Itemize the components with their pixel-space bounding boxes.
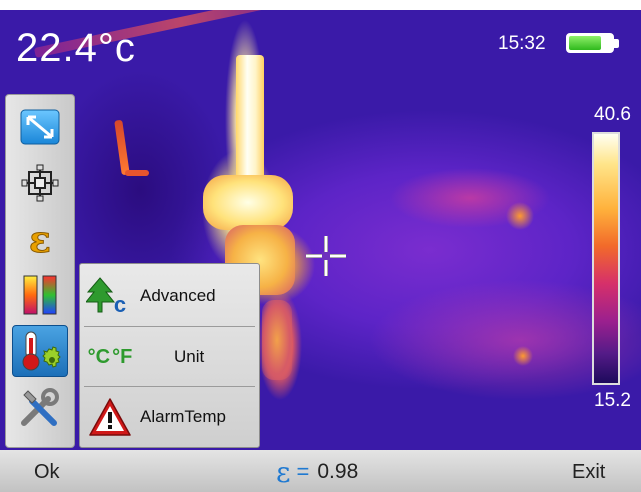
thermal-camera-screen: 22.4°c 15:32 40.6 15.2 ε c Advanced °C °… [0, 0, 641, 492]
emissivity-symbol: ε [276, 455, 291, 489]
temperature-color-scale [592, 132, 620, 385]
clock: 15:32 [498, 33, 546, 54]
settings-submenu: c Advanced °C °F Unit AlarmTemp [79, 263, 260, 448]
advanced-tree-icon: c [80, 266, 140, 326]
battery-icon [566, 33, 622, 55]
bottom-bar: Ok ε = 0.98 Exit [0, 450, 641, 492]
thermal-hot-valve [203, 175, 293, 230]
scale-max-label: 40.6 [594, 104, 631, 125]
submenu-item-unit[interactable]: °C °F Unit [80, 327, 259, 387]
submenu-item-alarm-temp[interactable]: AlarmTemp [80, 387, 259, 447]
submenu-label-unit: Unit [174, 347, 205, 366]
crosshair-icon [306, 236, 346, 276]
emissivity-value: 0.98 [317, 460, 359, 483]
thermal-hot-pipe [114, 119, 130, 176]
exit-button[interactable]: Exit [572, 461, 605, 484]
center-temperature-readout: 22.4°c [16, 26, 136, 70]
emissivity-equals: = [296, 459, 310, 484]
palette-icon[interactable] [12, 269, 68, 321]
svg-text:c: c [114, 292, 126, 316]
alarm-warning-icon [80, 387, 140, 447]
zoom-arrows-icon[interactable] [12, 101, 68, 153]
submenu-item-advanced[interactable]: c Advanced [80, 266, 259, 326]
emissivity-icon[interactable]: ε [12, 213, 68, 265]
submenu-label-advanced: Advanced [140, 286, 216, 305]
celsius-fahrenheit-icon: °C °F [87, 345, 133, 368]
submenu-label-alarm-temp: AlarmTemp [140, 407, 226, 426]
tools-icon[interactable] [12, 381, 68, 433]
emissivity-status: ε = 0.98 [276, 455, 359, 489]
scale-min-label: 15.2 [594, 390, 631, 411]
thermal-hot-pipe [125, 170, 149, 176]
measure-point-icon[interactable] [12, 157, 68, 209]
battery-level-fill [569, 36, 601, 50]
svg-text:ε: ε [29, 219, 51, 259]
thermometer-settings-icon[interactable] [12, 325, 68, 377]
thermal-warm-pipe [262, 300, 292, 380]
side-toolbar: ε [5, 94, 75, 448]
ok-button[interactable]: Ok [34, 461, 60, 484]
